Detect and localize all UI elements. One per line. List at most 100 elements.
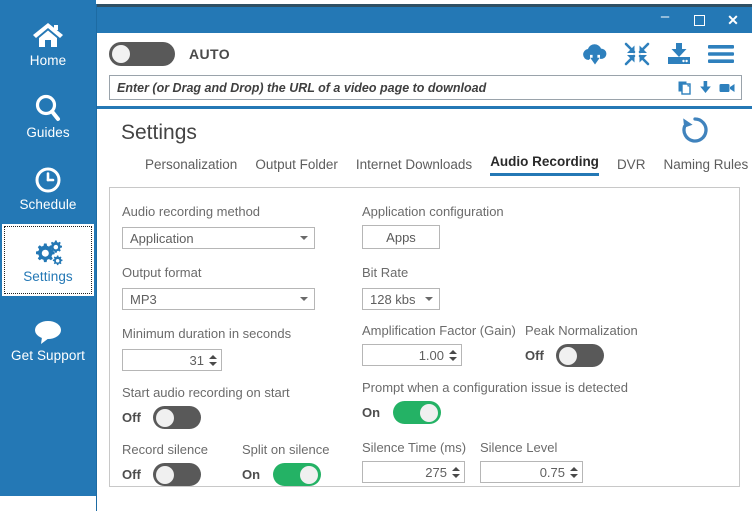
stepper-up-icon[interactable] xyxy=(209,354,217,359)
record-silence-label: Record silence xyxy=(122,442,208,457)
record-silence-label-row: Record silence xyxy=(122,442,208,457)
stepper-arrows[interactable] xyxy=(209,354,217,366)
stepper-down-icon[interactable] xyxy=(449,356,457,361)
silence-time-label-row: Silence Time (ms) xyxy=(362,440,466,455)
split-on-silence-toggle-row: On xyxy=(242,463,321,486)
stepper-arrows[interactable] xyxy=(452,466,460,478)
stepper-arrows[interactable] xyxy=(449,349,457,361)
search-icon xyxy=(32,93,64,123)
gears-icon xyxy=(31,237,65,267)
tab-personalization[interactable]: Personalization xyxy=(145,157,237,176)
record-silence-toggle-row: Off xyxy=(122,463,201,486)
stepper-down-icon[interactable] xyxy=(570,473,578,478)
down-arrow-icon[interactable] xyxy=(695,77,716,98)
record-silence-toggle[interactable] xyxy=(153,463,201,486)
application-window: Home Guides Schedule Settings Get Suppor… xyxy=(0,0,752,511)
sidebar-item-get-support[interactable]: Get Support xyxy=(0,304,96,376)
output-format-select[interactable]: MP3 xyxy=(122,288,315,310)
sidebar-item-label: Guides xyxy=(26,124,70,140)
silence-time-label: Silence Time (ms) xyxy=(362,440,467,455)
prompt-config-issue-toggle[interactable] xyxy=(393,401,441,424)
bit-rate-select[interactable]: 128 kbs xyxy=(362,288,440,310)
silence-time-stepper[interactable]: 275 xyxy=(362,461,465,483)
peak-normalization-toggle-row: Off xyxy=(525,344,604,367)
silence-level-stepper[interactable]: 0.75 xyxy=(480,461,583,483)
silence-time-value: 275 xyxy=(425,464,447,480)
audio-recording-method-label: Audio recording method xyxy=(122,204,261,219)
toggle-knob xyxy=(156,408,174,427)
maximize-button[interactable] xyxy=(682,7,716,33)
amplification-factor-label: Amplification Factor (Gain) xyxy=(362,323,516,338)
stepper-up-icon[interactable] xyxy=(570,466,578,471)
paste-clipboard-icon[interactable] xyxy=(674,77,695,98)
application-configuration-label: Application configuration xyxy=(362,204,504,219)
minimum-duration-label: Minimum duration in seconds xyxy=(122,326,292,341)
minimum-duration-stepper[interactable]: 31 xyxy=(122,349,222,371)
sidebar-item-label: Get Support xyxy=(11,347,85,363)
apps-button[interactable]: Apps xyxy=(362,225,440,249)
minimize-button[interactable]: – xyxy=(648,7,682,33)
silence-level-value: 0.75 xyxy=(539,464,565,480)
stepper-arrows[interactable] xyxy=(570,466,578,478)
tab-output-folder[interactable]: Output Folder xyxy=(255,157,338,176)
sidebar-item-label: Schedule xyxy=(19,196,77,212)
toggle-knob xyxy=(559,346,577,365)
prompt-config-issue-label-row: Prompt when a configuration issue is det… xyxy=(362,380,628,395)
split-on-silence-label: Split on silence xyxy=(242,442,330,457)
toggle-knob xyxy=(112,45,130,63)
url-bar[interactable] xyxy=(109,75,742,100)
clock-icon xyxy=(32,165,64,195)
home-icon xyxy=(31,21,65,51)
silence-level-label-row: Silence Level xyxy=(480,440,557,455)
auto-mode-toggle[interactable] xyxy=(109,42,175,66)
hamburger-menu-icon[interactable] xyxy=(700,36,742,72)
maximize-icon xyxy=(693,14,705,26)
cloud-download-icon[interactable] xyxy=(574,36,616,72)
close-button[interactable]: ✕ xyxy=(716,7,750,33)
stepper-down-icon[interactable] xyxy=(452,473,460,478)
application-configuration-label-row: Application configuration xyxy=(362,204,504,219)
collapse-arrows-icon[interactable] xyxy=(616,36,658,72)
tab-audio-recording[interactable]: Audio Recording xyxy=(490,154,599,176)
start-audio-recording-toggle-row: Off xyxy=(122,406,201,429)
bit-rate-label-row: Bit Rate xyxy=(362,265,408,280)
toggle-knob xyxy=(156,465,174,484)
sidebar-item-settings[interactable]: Settings xyxy=(2,224,94,296)
amplification-factor-stepper[interactable]: 1.00 xyxy=(362,344,462,366)
stepper-up-icon[interactable] xyxy=(452,466,460,471)
video-camera-icon[interactable] xyxy=(716,77,737,98)
prompt-config-issue-state: On xyxy=(362,405,381,420)
amplification-factor-value: 1.00 xyxy=(418,347,444,363)
audio-recording-method-value: Application xyxy=(130,230,194,246)
start-audio-recording-label-row: Start audio recording on start xyxy=(122,385,290,400)
audio-recording-method-select[interactable]: Application xyxy=(122,227,315,249)
auto-mode-label: AUTO xyxy=(189,46,231,62)
start-audio-recording-label: Start audio recording on start xyxy=(122,385,290,400)
sidebar-item-guides[interactable]: Guides xyxy=(0,80,96,152)
start-audio-recording-toggle[interactable] xyxy=(153,406,201,429)
sidebar-item-label: Settings xyxy=(23,268,73,284)
peak-normalization-toggle[interactable] xyxy=(556,344,604,367)
main-window: – ✕ AUTO Enter (or Drag and Drop) the UR… xyxy=(96,4,752,511)
stepper-down-icon[interactable] xyxy=(209,361,217,366)
output-format-label-row: Output format xyxy=(122,265,201,280)
bit-rate-label: Bit Rate xyxy=(362,265,409,280)
amplification-factor-label-row: Amplification Factor (Gain) xyxy=(362,323,516,338)
chevron-down-icon xyxy=(300,297,308,301)
reset-circular-arrow-icon[interactable] xyxy=(680,115,710,150)
output-format-value: MP3 xyxy=(130,291,157,307)
chevron-down-icon xyxy=(425,297,433,301)
title-bar: – ✕ xyxy=(97,4,752,33)
url-input[interactable] xyxy=(117,80,674,95)
tab-internet-downloads[interactable]: Internet Downloads xyxy=(356,157,472,176)
sidebar-item-schedule[interactable]: Schedule xyxy=(0,152,96,224)
tab-naming-rules[interactable]: Naming Rules xyxy=(663,157,748,176)
split-on-silence-toggle[interactable] xyxy=(273,463,321,486)
sidebar-item-home[interactable]: Home xyxy=(0,8,96,80)
left-navigation-sidebar: Home Guides Schedule Settings Get Suppor… xyxy=(0,0,96,496)
download-tray-icon[interactable] xyxy=(658,36,700,72)
silence-level-label: Silence Level xyxy=(480,440,558,455)
stepper-up-icon[interactable] xyxy=(449,349,457,354)
prompt-config-issue-toggle-row: On xyxy=(362,401,441,424)
tab-dvr[interactable]: DVR xyxy=(617,157,646,176)
